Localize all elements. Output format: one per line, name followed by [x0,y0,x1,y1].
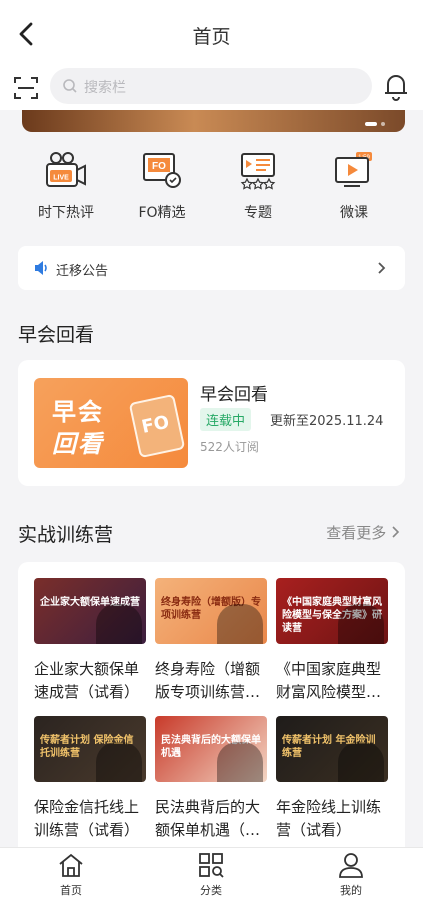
training-item[interactable]: 传薪者计划 保险金信托训练营 保险金信托线上训练营（试看） [34,716,146,842]
top-bar: 首页 [0,0,423,66]
quick-link-label: 时下热评 [38,205,94,221]
training-section-title: 实战训练营 [18,524,114,546]
training-item[interactable]: 《中国家庭典型财富风险模型与保全方案》研读营 《中国家庭典型财富风险模型… [276,578,388,704]
notice-text: 迁移公告 [56,264,109,279]
training-grid: 企业家大额保单速成营 企业家大额保单速成营（试看） 终身寿险（增额版）专项训练营… [18,562,405,847]
view-more-label: 查看更多 [326,524,387,542]
banner-carousel[interactable] [22,110,405,132]
training-title: 企业家大额保单速成营（试看） [34,660,140,701]
thumbnail-text: 回看 [52,430,104,458]
notice-bar[interactable]: 迁移公告 [18,246,405,290]
chevron-right-icon [378,262,386,274]
training-item[interactable]: 企业家大额保单速成营 企业家大额保单速成营（试看） [34,578,146,704]
tab-label: 分类 [200,884,222,897]
quick-link-hot-review[interactable]: LIVE 时下热评 [21,150,111,222]
search-icon [63,79,77,93]
quick-link-fo-select[interactable]: FO FO精选 [117,150,207,222]
training-cover: 《中国家庭典型财富风险模型与保全方案》研读营 [276,578,388,644]
quick-link-topic[interactable]: 专题 [213,150,303,222]
svg-text:FO: FO [152,161,166,172]
scan-button[interactable] [12,74,40,102]
subscriber-count: 522人订阅 [200,440,259,454]
live-video-icon: LIVE [46,152,86,187]
bell-icon [385,75,407,101]
page-title: 首页 [192,26,231,48]
search-placeholder: 搜索栏 [84,80,126,96]
quick-link-label: FO精选 [138,205,186,221]
search-input[interactable]: 搜索栏 [50,68,372,104]
training-cover: 企业家大额保单速成营 [34,578,146,644]
training-title: 终身寿险（增额版专项训练营… [155,660,261,701]
chevron-right-icon [392,526,400,538]
morning-review-thumbnail: 早会 回看 FO [34,378,188,468]
content-scroll[interactable]: LIVE 时下热评 FO FO精选 专题 微课 迁移公告 早会回看 早会 回看 … [0,110,423,847]
speaker-icon [35,261,47,275]
quick-link-label: 微课 [340,205,368,221]
bottom-tab-bar: 首页 分类 我的 [0,847,423,899]
training-title: 《中国家庭典型财富风险模型… [276,660,382,701]
fo-logo-text: FO [139,411,172,438]
carousel-dots [365,122,385,126]
tab-home[interactable]: 首页 [31,852,111,898]
training-title: 年金险线上训练营（试看） [276,798,382,839]
fo-logo: FO [128,393,186,459]
course-title: 早会回看 [200,385,268,405]
training-cover: 传薪者计划 保险金信托训练营 [34,716,146,782]
training-cover: 传薪者计划 年金险训练营 [276,716,388,782]
tab-label: 我的 [340,884,362,897]
topic-list-icon [240,153,276,190]
tab-profile[interactable]: 我的 [311,852,391,898]
training-item[interactable]: 民法典背后的大额保单机遇 民法典背后的大额保单机遇（… [155,716,267,842]
micro-class-icon: 1:59 [335,152,372,187]
category-icon [199,853,224,878]
morning-section-title: 早会回看 [18,324,95,346]
quick-link-label: 专题 [244,205,272,221]
notification-button[interactable] [382,71,410,101]
profile-icon [339,853,363,878]
training-item[interactable]: 传薪者计划 年金险训练营 年金险线上训练营（试看） [276,716,388,842]
update-date: 更新至2025.11.24 [270,414,384,429]
training-item[interactable]: 终身寿险（增额版）专项训练营 终身寿险（增额版专项训练营… [155,578,267,704]
quick-links: LIVE 时下热评 FO FO精选 专题 微课 [0,150,423,240]
fo-badge-icon: FO [143,153,181,188]
training-cover: 民法典背后的大额保单机遇 [155,716,267,782]
search-row: 搜索栏 [0,66,423,110]
thumbnail-text: 早会 [52,398,104,426]
view-more-link[interactable]: 查看更多 [326,522,401,543]
morning-review-card[interactable]: 早会 回看 FO 早会回看 连载中 更新至2025.11.24 522人订阅 [18,360,405,486]
training-cover: 终身寿险（增额版）专项训练营 [155,578,267,644]
training-title: 民法典背后的大额保单机遇（… [155,798,261,839]
tab-label: 首页 [60,884,82,897]
status-badge: 连载中 [200,408,252,431]
home-icon [59,853,83,877]
svg-text:LIVE: LIVE [53,175,69,182]
scan-icon [14,77,38,99]
quick-link-micro-class[interactable]: 1:59 微课 [309,150,399,222]
tab-category[interactable]: 分类 [171,852,251,898]
training-title: 保险金信托线上训练营（试看） [34,798,140,839]
